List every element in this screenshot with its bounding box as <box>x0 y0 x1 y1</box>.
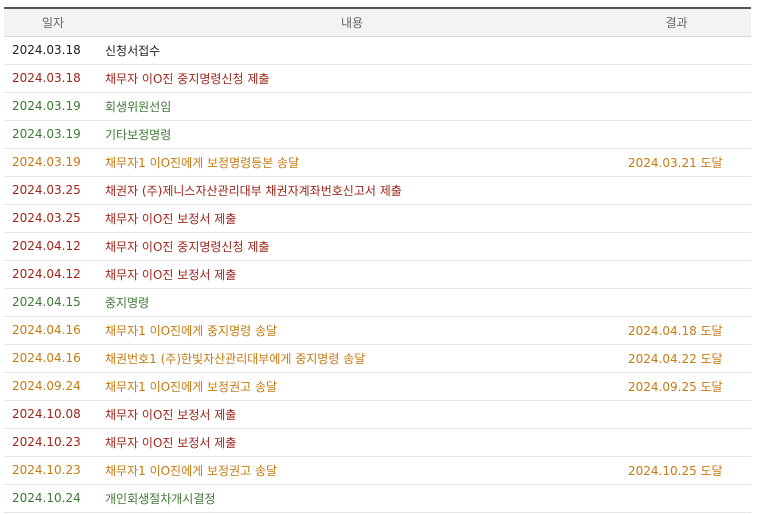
row-date: 2024.03.18 <box>4 64 102 93</box>
table-row: 2024.04.16 채무자1 이O진에게 중지명령 송달 2024.04.18 도… <box>4 316 751 345</box>
row-content: 신청서접수 <box>102 36 602 65</box>
table-row: 2024.10.08 채무자 이O진 보정서 제출 <box>4 400 751 429</box>
header-date: 일자 <box>4 7 102 37</box>
row-result: 2024.04.18 도달 <box>602 316 751 345</box>
row-date: 2024.03.25 <box>4 204 102 233</box>
row-content: 채무자1 이O진에게 보정권고 송달 <box>102 372 602 401</box>
row-result: 2024.03.21 도달 <box>602 148 751 177</box>
row-content: 채권자 (주)제니스자산관리대부 채권자계좌번호신고서 제출 <box>102 176 602 205</box>
table-body: 2024.03.18 신청서접수 2024.03.18 채무자 이O진 중지명령신청 … <box>4 36 751 513</box>
table-row: 2024.04.12 채무자 이O진 중지명령신청 제출 <box>4 232 751 261</box>
table-header: 일자 내용 결과 <box>4 7 751 37</box>
row-content: 채무자1 이O진에게 보정권고 송달 <box>102 456 602 485</box>
row-content: 기타보정명령 <box>102 120 602 149</box>
table-row: 2024.04.15 중지명령 <box>4 288 751 317</box>
row-date: 2024.03.18 <box>4 36 102 65</box>
row-date: 2024.04.16 <box>4 316 102 345</box>
row-result <box>602 260 751 289</box>
case-progress-table: 일자 내용 결과 2024.03.18 신청서접수 2024.03.18 채무자 이O… <box>4 7 751 513</box>
row-result <box>602 484 751 513</box>
row-result <box>602 400 751 429</box>
row-result: 2024.04.22 도달 <box>602 344 751 373</box>
row-content: 채무자1 이O진에게 보정명령등본 송달 <box>102 148 602 177</box>
row-date: 2024.04.12 <box>4 260 102 289</box>
table-row: 2024.04.12 채무자 이O진 보정서 제출 <box>4 260 751 289</box>
table-row: 2024.03.18 채무자 이O진 중지명령신청 제출 <box>4 64 751 93</box>
row-date: 2024.03.19 <box>4 92 102 121</box>
row-date: 2024.10.08 <box>4 400 102 429</box>
table-row: 2024.03.19 채무자1 이O진에게 보정명령등본 송달 2024.03.21… <box>4 148 751 177</box>
row-result <box>602 176 751 205</box>
row-content: 채무자 이O진 중지명령신청 제출 <box>102 232 602 261</box>
row-result: 2024.10.25 도달 <box>602 456 751 485</box>
table-row: 2024.09.24 채무자1 이O진에게 보정권고 송달 2024.09.25 도… <box>4 372 751 401</box>
row-content: 채무자 이O진 중지명령신청 제출 <box>102 64 602 93</box>
row-date: 2024.04.12 <box>4 232 102 261</box>
row-result <box>602 232 751 261</box>
table-row: 2024.03.25 채무자 이O진 보정서 제출 <box>4 204 751 233</box>
row-date: 2024.04.15 <box>4 288 102 317</box>
table-row: 2024.10.23 채무자 이O진 보정서 제출 <box>4 428 751 457</box>
row-result <box>602 36 751 65</box>
table-row: 2024.03.19 기타보정명령 <box>4 120 751 149</box>
table-row: 2024.03.19 회생위원선임 <box>4 92 751 121</box>
row-result <box>602 64 751 93</box>
row-content: 채무자 이O진 보정서 제출 <box>102 400 602 429</box>
row-result <box>602 92 751 121</box>
row-date: 2024.10.23 <box>4 456 102 485</box>
row-content: 채권번호1 (주)한빛자산관리대부에게 중지명령 송달 <box>102 344 602 373</box>
row-content: 채무자 이O진 보정서 제출 <box>102 204 602 233</box>
row-content: 채무자1 이O진에게 중지명령 송달 <box>102 316 602 345</box>
row-date: 2024.03.25 <box>4 176 102 205</box>
table-row: 2024.10.23 채무자1 이O진에게 보정권고 송달 2024.10.25 도… <box>4 456 751 485</box>
header-content: 내용 <box>102 7 602 37</box>
row-result <box>602 204 751 233</box>
row-date: 2024.10.23 <box>4 428 102 457</box>
header-row: 일자 내용 결과 <box>4 7 751 37</box>
case-progress-table-wrapper: 일자 내용 결과 2024.03.18 신청서접수 2024.03.18 채무자 이O… <box>4 7 751 513</box>
row-result: 2024.09.25 도달 <box>602 372 751 401</box>
row-date: 2024.04.16 <box>4 344 102 373</box>
table-row: 2024.03.18 신청서접수 <box>4 36 751 65</box>
row-content: 개인회생절차개시결정 <box>102 484 602 513</box>
table-row: 2024.03.25 채권자 (주)제니스자산관리대부 채권자계좌번호신고서 제출 <box>4 176 751 205</box>
table-row: 2024.10.24 개인회생절차개시결정 <box>4 484 751 513</box>
row-date: 2024.10.24 <box>4 484 102 513</box>
row-content: 회생위원선임 <box>102 92 602 121</box>
header-result: 결과 <box>602 7 751 37</box>
row-date: 2024.03.19 <box>4 148 102 177</box>
row-date: 2024.09.24 <box>4 372 102 401</box>
row-result <box>602 428 751 457</box>
row-date: 2024.03.19 <box>4 120 102 149</box>
row-result <box>602 120 751 149</box>
row-result <box>602 288 751 317</box>
row-content: 채무자 이O진 보정서 제출 <box>102 260 602 289</box>
table-row: 2024.04.16 채권번호1 (주)한빛자산관리대부에게 중지명령 송달 202… <box>4 344 751 373</box>
row-content: 중지명령 <box>102 288 602 317</box>
row-content: 채무자 이O진 보정서 제출 <box>102 428 602 457</box>
